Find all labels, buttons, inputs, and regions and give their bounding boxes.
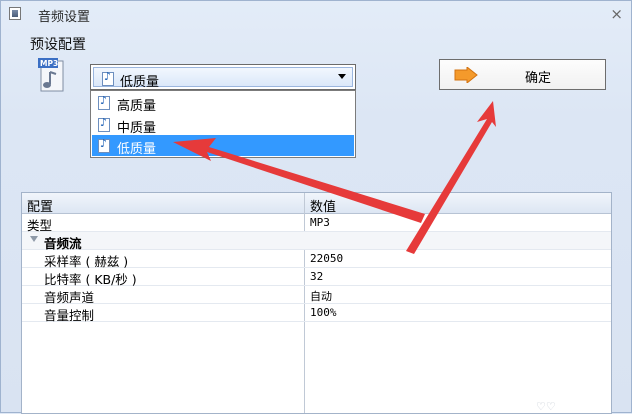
annotation-arrow-to-option bbox=[173, 138, 425, 223]
audio-settings-window: 音频设置 × 预设配置 MP3 低质量 高质量 中质量 低质量 bbox=[0, 0, 632, 414]
annotation-arrows bbox=[173, 101, 496, 254]
annotation-arrow-to-ok-button bbox=[406, 101, 496, 254]
